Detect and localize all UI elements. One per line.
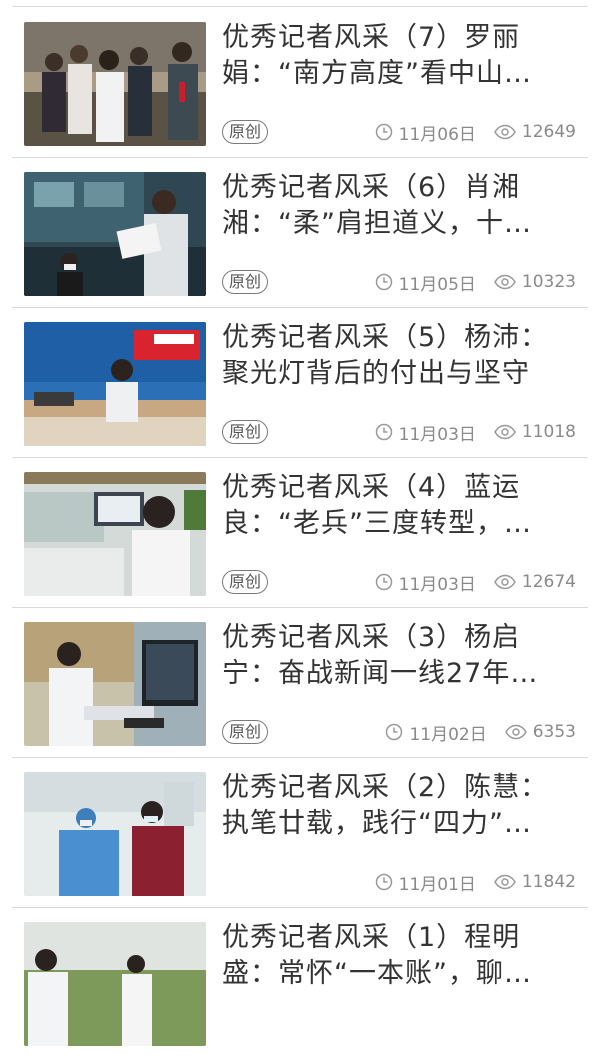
thumbnail-image [24,172,206,296]
article-title[interactable]: 优秀记者风采（6）肖湘湘：“柔”肩担道义，十… [222,170,562,242]
article-title[interactable]: 优秀记者风采（1）程明盛：常怀“一本账”，聊… [222,920,562,992]
article-item[interactable]: 优秀记者风采（3）杨启宁：奋战新闻一线27年… 原创 11月02日 6353 [0,608,600,758]
eye-icon [494,274,516,290]
article-stats: 11月05日 10323 [375,271,576,295]
article-thumbnail[interactable] [24,22,206,146]
article-thumbnail[interactable] [24,322,206,446]
original-badge: 原创 [222,120,269,144]
article-stats: 11月06日 12649 [375,121,576,145]
article-title[interactable]: 优秀记者风采（3）杨启宁：奋战新闻一线27年… [222,620,562,692]
article-item[interactable]: 优秀记者风采（2）陈慧：执笔廿载，践行“四力”… 11月01日 11842 [0,758,600,908]
view-count: 10323 [521,272,576,292]
thumbnail-image [24,772,206,896]
article-stats: 11月03日 11018 [375,421,576,445]
original-badge: 原创 [222,570,269,594]
eye-icon [494,424,516,440]
publish-date: 11月01日 [398,874,476,895]
top-divider [12,6,588,7]
clock-icon [375,123,392,141]
eye-icon [494,874,516,890]
article-thumbnail[interactable] [24,472,206,596]
thumbnail-image [24,472,206,596]
article-thumbnail[interactable] [24,772,206,896]
thumbnail-image [24,322,206,446]
article-meta: 11月01日 11842 [222,868,576,896]
view-count: 12674 [521,572,576,592]
clock-icon [375,423,392,441]
thumbnail-image [24,922,206,1046]
eye-icon [504,724,527,740]
eye-icon [494,124,516,140]
view-count: 12649 [521,122,576,142]
article-item[interactable]: 优秀记者风采（7）罗丽娟：“南方高度”看中山… 原创 11月06日 12649 [0,8,600,158]
article-title[interactable]: 优秀记者风采（2）陈慧：执笔廿载，践行“四力”… [222,770,562,842]
thumbnail-image [24,622,206,746]
article-meta: 原创 11月02日 6353 [222,718,576,746]
clock-icon [375,573,392,591]
publish-date: 11月02日 [409,724,487,745]
publish-date: 11月03日 [398,424,476,445]
publish-date: 11月06日 [398,124,476,145]
original-badge: 原创 [222,420,269,444]
article-meta: 原创 11月06日 12649 [222,118,576,146]
article-meta: 原创 11月05日 10323 [222,268,576,296]
clock-icon [375,873,392,891]
clock-icon [386,723,403,741]
article-item[interactable]: 优秀记者风采（4）蓝运良：“老兵”三度转型，… 原创 11月03日 12674 [0,458,600,608]
publish-date: 11月03日 [398,574,476,595]
article-item[interactable]: 优秀记者风采（5）杨沛：聚光灯背后的付出与坚守 原创 11月03日 11018 [0,308,600,458]
article-stats: 11月02日 6353 [385,721,576,745]
article-thumbnail[interactable] [24,922,206,1046]
publish-date: 11月05日 [398,274,476,295]
article-meta: 原创 11月03日 12674 [222,568,576,596]
eye-icon [494,574,516,590]
article-item[interactable]: 优秀记者风采（6）肖湘湘：“柔”肩担道义，十… 原创 11月05日 10323 [0,158,600,308]
thumbnail-image [24,22,206,146]
clock-icon [375,273,392,291]
view-count: 6353 [532,722,576,742]
article-title[interactable]: 优秀记者风采（7）罗丽娟：“南方高度”看中山… [222,20,562,92]
view-count: 11018 [521,422,576,442]
article-thumbnail[interactable] [24,622,206,746]
article-item[interactable]: 优秀记者风采（1）程明盛：常怀“一本账”，聊… [0,908,600,1058]
original-badge: 原创 [222,720,269,744]
article-stats: 11月03日 12674 [375,571,576,595]
article-meta: 原创 11月03日 11018 [222,418,576,446]
original-badge: 原创 [222,270,269,294]
article-title[interactable]: 优秀记者风采（4）蓝运良：“老兵”三度转型，… [222,470,562,542]
article-thumbnail[interactable] [24,172,206,296]
article-stats: 11月01日 11842 [375,871,576,895]
view-count: 11842 [521,872,576,892]
article-title[interactable]: 优秀记者风采（5）杨沛：聚光灯背后的付出与坚守 [222,320,562,392]
